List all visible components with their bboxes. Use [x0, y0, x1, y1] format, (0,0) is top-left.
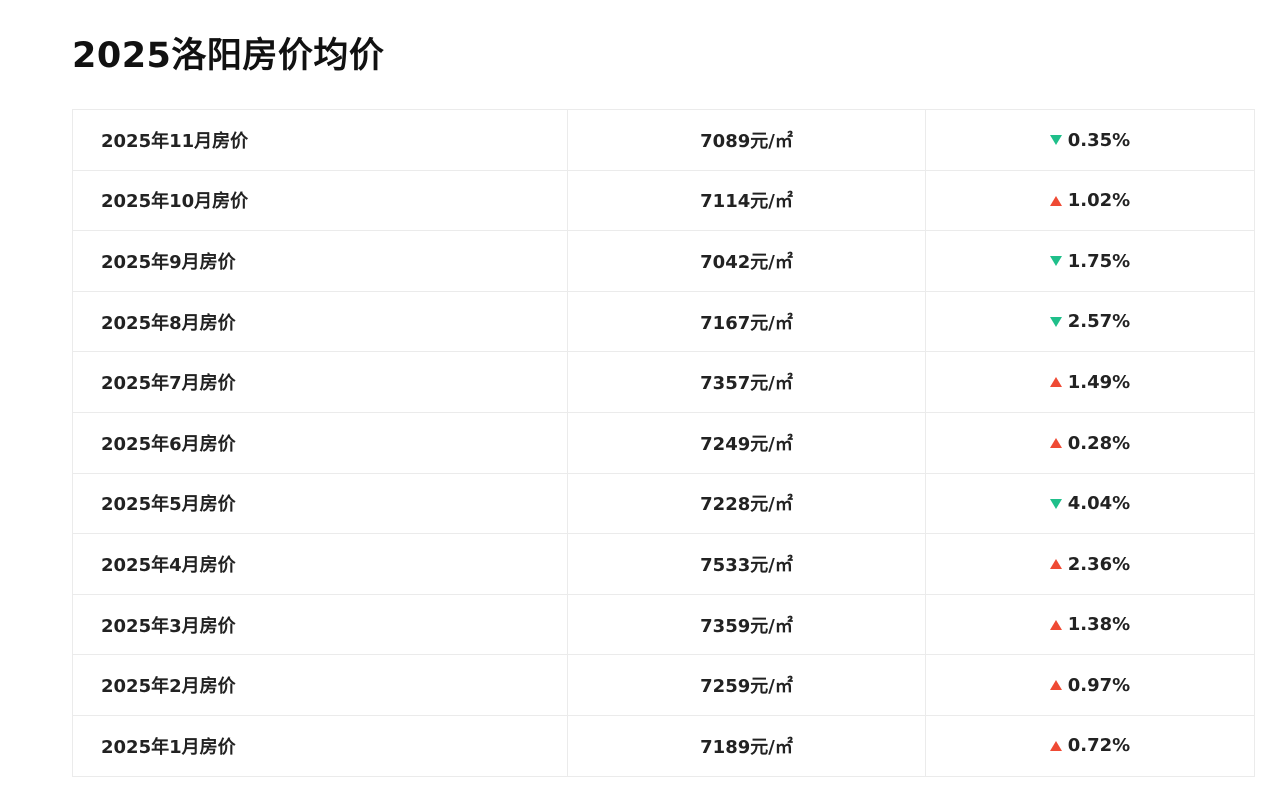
trend-down-arrow-icon [1049, 316, 1062, 327]
trend-down-arrow-icon [1049, 256, 1062, 267]
price-cell: 7359元/㎡ [567, 593, 926, 656]
month-cell: 2025年11月房价 [72, 109, 568, 171]
table-row: 2025年3月房价 7359元/㎡ 1.38% [72, 593, 1255, 656]
month-cell: 2025年6月房价 [72, 411, 568, 474]
price-cell: 7259元/㎡ [567, 654, 926, 716]
change-cell: 0.35% [925, 109, 1255, 171]
price-table: 2025年11月房价 7089元/㎡ 0.35% 2025年10月房价 7114… [72, 109, 1255, 777]
change-indicator: 2.57% [1049, 311, 1131, 333]
change-cell: 2.36% [925, 533, 1255, 595]
change-indicator: 1.75% [1049, 250, 1131, 272]
month-cell: 2025年9月房价 [72, 230, 568, 292]
price-cell: 7089元/㎡ [567, 109, 926, 171]
month-cell: 2025年5月房价 [72, 472, 568, 535]
change-indicator: 2.36% [1049, 553, 1131, 575]
change-cell: 1.38% [925, 593, 1255, 656]
change-value: 0.72% [1067, 735, 1131, 757]
change-value: 1.02% [1067, 190, 1131, 212]
price-cell: 7042元/㎡ [567, 230, 926, 292]
table-row: 2025年4月房价 7533元/㎡ 2.36% [72, 533, 1255, 595]
change-indicator: 1.38% [1049, 614, 1131, 636]
month-cell: 2025年7月房价 [72, 351, 568, 413]
change-value: 0.28% [1067, 432, 1131, 454]
change-cell: 0.28% [925, 411, 1255, 474]
table-row: 2025年6月房价 7249元/㎡ 0.28% [72, 411, 1255, 474]
change-indicator: 0.28% [1049, 432, 1131, 454]
table-row: 2025年9月房价 7042元/㎡ 1.75% [72, 230, 1255, 292]
trend-up-arrow-icon [1049, 438, 1062, 449]
trend-up-arrow-icon [1049, 619, 1062, 630]
change-value: 1.38% [1067, 614, 1131, 636]
page: 2025洛阳房价均价 2025年11月房价 7089元/㎡ 0.35% 2025… [0, 0, 1280, 807]
trend-up-arrow-icon [1049, 680, 1062, 691]
trend-down-arrow-icon [1049, 498, 1062, 509]
trend-up-arrow-icon [1049, 740, 1062, 751]
price-cell: 7114元/㎡ [567, 169, 926, 232]
month-cell: 2025年3月房价 [72, 593, 568, 656]
change-cell: 0.97% [925, 654, 1255, 716]
price-cell: 7357元/㎡ [567, 351, 926, 413]
month-cell: 2025年4月房价 [72, 533, 568, 595]
month-cell: 2025年8月房价 [72, 290, 568, 353]
trend-up-arrow-icon [1049, 559, 1062, 570]
price-cell: 7228元/㎡ [567, 472, 926, 535]
price-cell: 7189元/㎡ [567, 714, 926, 777]
table-row: 2025年10月房价 7114元/㎡ 1.02% [72, 169, 1255, 232]
table-row: 2025年11月房价 7089元/㎡ 0.35% [72, 109, 1255, 171]
change-value: 4.04% [1067, 493, 1131, 515]
change-cell: 1.75% [925, 230, 1255, 292]
change-value: 1.49% [1067, 371, 1131, 393]
change-cell: 4.04% [925, 472, 1255, 535]
table-row: 2025年8月房价 7167元/㎡ 2.57% [72, 290, 1255, 353]
change-value: 1.75% [1067, 250, 1131, 272]
change-indicator: 1.49% [1049, 371, 1131, 393]
change-cell: 2.57% [925, 290, 1255, 353]
trend-up-arrow-icon [1049, 377, 1062, 388]
price-table-body: 2025年11月房价 7089元/㎡ 0.35% 2025年10月房价 7114… [72, 109, 1255, 777]
table-row: 2025年1月房价 7189元/㎡ 0.72% [72, 714, 1255, 777]
change-indicator: 1.02% [1049, 190, 1131, 212]
change-cell: 0.72% [925, 714, 1255, 777]
change-value: 2.36% [1067, 553, 1131, 575]
month-cell: 2025年1月房价 [72, 714, 568, 777]
month-cell: 2025年10月房价 [72, 169, 568, 232]
change-indicator: 0.72% [1049, 735, 1131, 757]
table-row: 2025年7月房价 7357元/㎡ 1.49% [72, 351, 1255, 413]
trend-down-arrow-icon [1049, 135, 1062, 146]
page-title: 2025洛阳房价均价 [72, 36, 385, 76]
trend-up-arrow-icon [1049, 195, 1062, 206]
price-cell: 7167元/㎡ [567, 290, 926, 353]
change-indicator: 0.97% [1049, 674, 1131, 696]
change-value: 0.97% [1067, 674, 1131, 696]
month-cell: 2025年2月房价 [72, 654, 568, 716]
change-value: 2.57% [1067, 311, 1131, 333]
table-row: 2025年2月房价 7259元/㎡ 0.97% [72, 654, 1255, 716]
change-cell: 1.02% [925, 169, 1255, 232]
change-indicator: 0.35% [1049, 129, 1131, 151]
price-cell: 7533元/㎡ [567, 533, 926, 595]
change-value: 0.35% [1067, 129, 1131, 151]
table-row: 2025年5月房价 7228元/㎡ 4.04% [72, 472, 1255, 535]
change-indicator: 4.04% [1049, 493, 1131, 515]
change-cell: 1.49% [925, 351, 1255, 413]
price-cell: 7249元/㎡ [567, 411, 926, 474]
